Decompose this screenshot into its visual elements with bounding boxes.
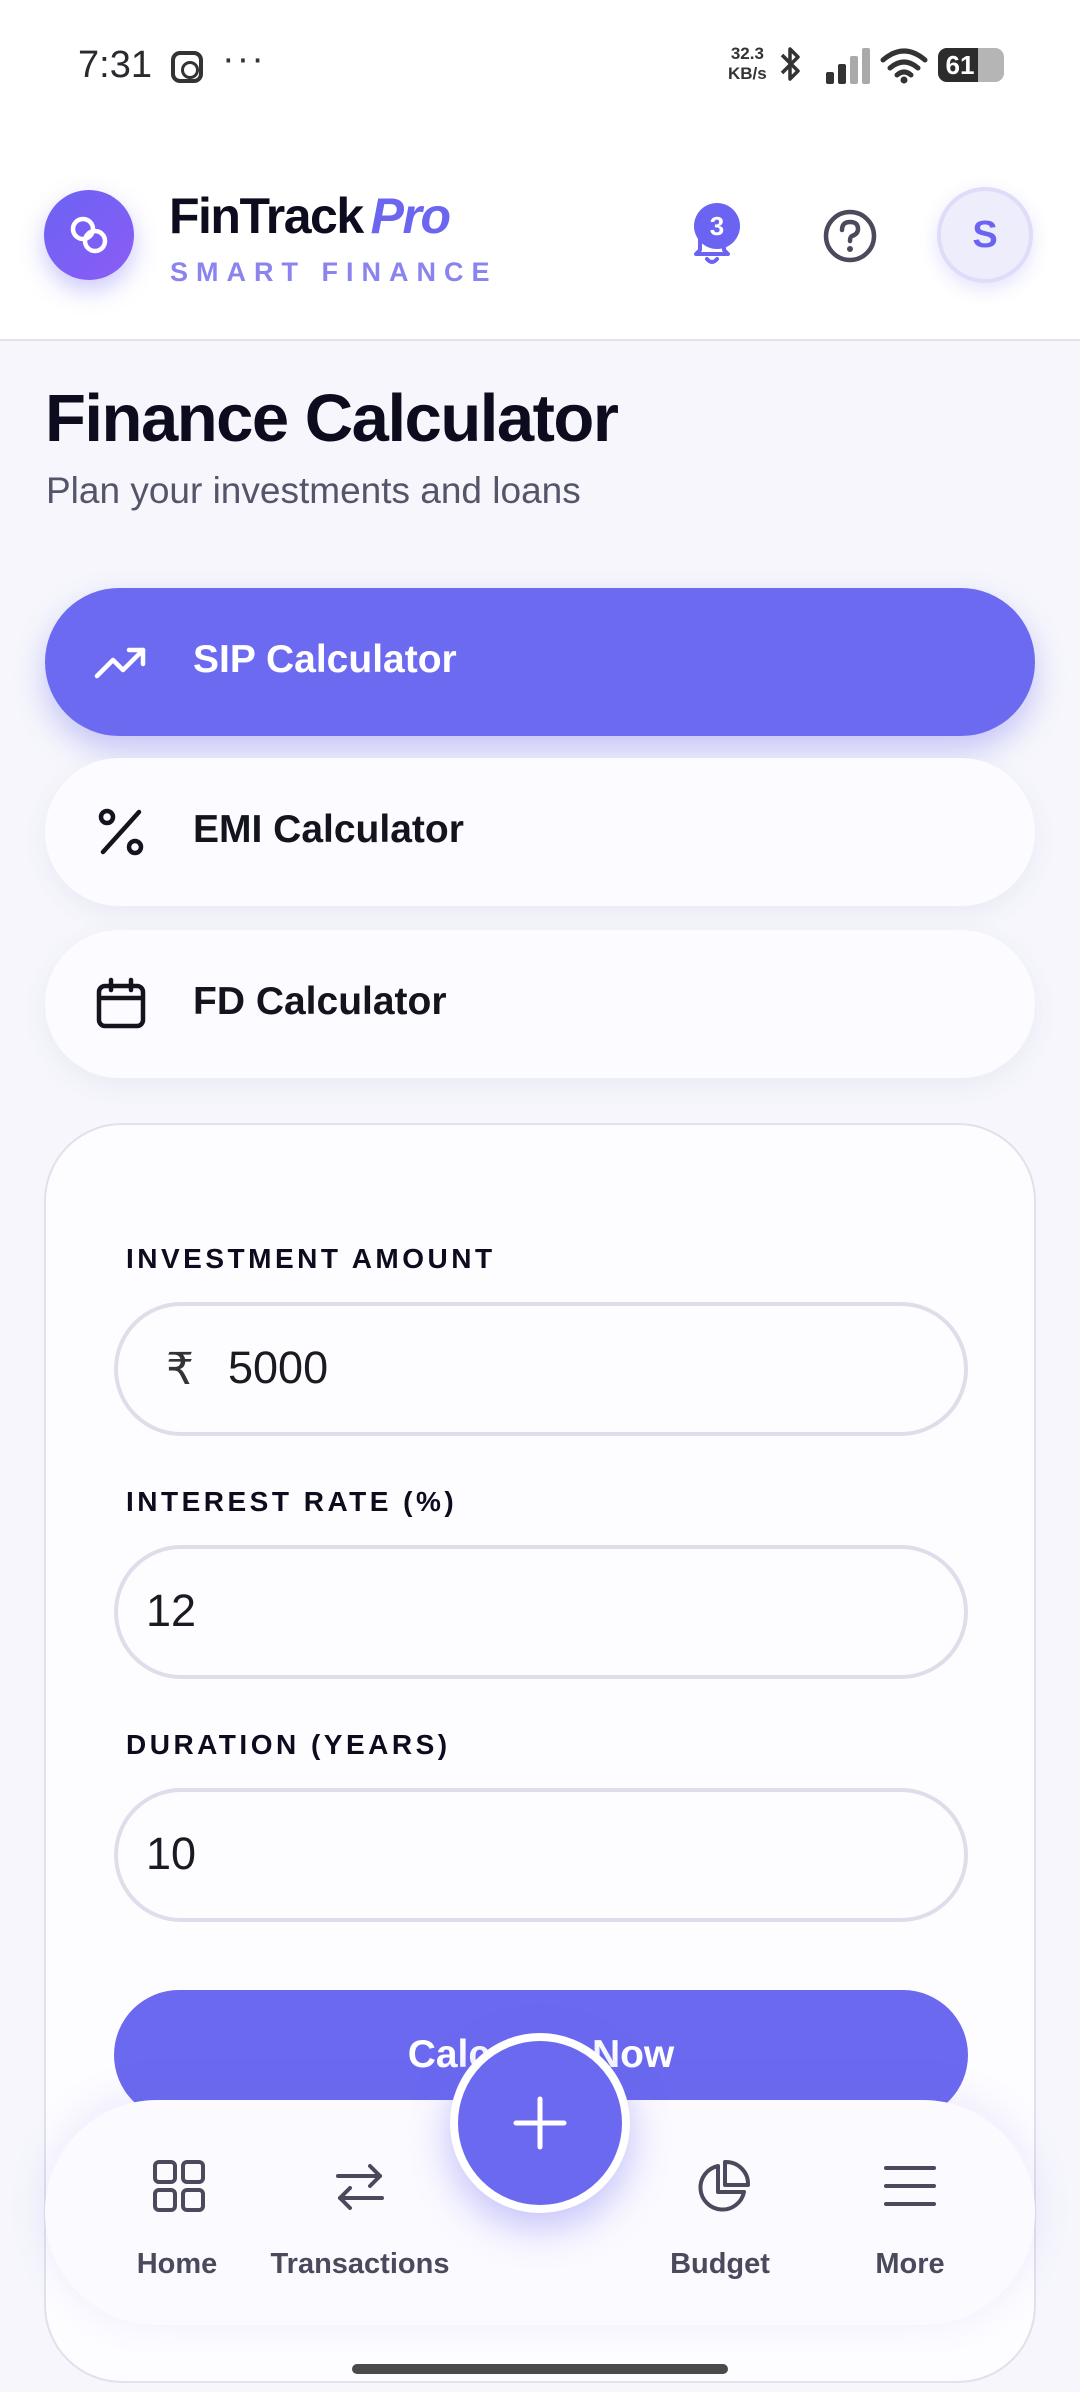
tab-sip-calculator[interactable]: SIP Calculator — [45, 588, 1035, 736]
more-notifications-icon: ··· — [222, 38, 266, 80]
home-indicator[interactable] — [352, 2364, 728, 2374]
page-title: Finance Calculator — [45, 381, 619, 456]
tab-label: SIP Calculator — [193, 638, 457, 681]
trending-up-icon — [94, 647, 146, 679]
pie-chart-icon — [698, 2159, 751, 2212]
plus-icon — [513, 2096, 567, 2150]
nav-transactions[interactable]: Transactions — [260, 2100, 460, 2325]
duration-label: DURATION (YEARS) — [126, 1729, 451, 1760]
percent-icon — [98, 808, 144, 856]
instagram-icon — [171, 51, 203, 83]
tab-label: EMI Calculator — [193, 808, 464, 851]
brand-name: FinTrack Pro — [169, 187, 451, 245]
brand-suffix: Pro — [370, 188, 451, 244]
tab-fd-calculator[interactable]: FD Calculator — [45, 930, 1035, 1078]
nav-budget[interactable]: Budget — [650, 2100, 790, 2325]
calendar-icon — [96, 977, 146, 1029]
logo[interactable] — [44, 190, 134, 280]
wifi-icon — [880, 48, 928, 89]
duration-input[interactable]: 10 — [114, 1788, 968, 1922]
bluetooth-icon — [776, 44, 806, 92]
nav-label: Home — [136, 2248, 218, 2280]
investment-amount-value: 5000 — [228, 1342, 329, 1393]
network-speed-value: 32.3 — [730, 44, 764, 63]
investment-amount-label: INVESTMENT AMOUNT — [126, 1243, 496, 1274]
menu-icon — [884, 2166, 936, 2206]
nav-label: Transactions — [270, 2248, 450, 2280]
avatar[interactable]: S — [937, 187, 1033, 283]
nav-label: Budget — [670, 2248, 770, 2280]
status-time: 7:31 — [78, 44, 152, 86]
nav-label: More — [875, 2248, 945, 2280]
status-bar: 7:31 ··· 32.3 KB/s 61 — [0, 0, 1080, 135]
help-button[interactable] — [822, 208, 878, 269]
interest-rate-value: 12 — [146, 1585, 197, 1636]
help-circle-icon — [823, 209, 877, 263]
add-button[interactable] — [450, 2033, 630, 2213]
swap-icon — [336, 2164, 384, 2210]
app-header: FinTrack Pro SMART FINANCE 3 S — [0, 135, 1080, 341]
tab-emi-calculator[interactable]: EMI Calculator — [45, 758, 1035, 906]
link-icon — [70, 216, 108, 254]
notification-badge: 3 — [694, 203, 740, 249]
brand-name-text: FinTrack — [169, 188, 364, 244]
grid-icon — [153, 2160, 205, 2212]
page-subtitle: Plan your investments and loans — [46, 470, 581, 511]
interest-rate-input[interactable]: 12 — [114, 1545, 968, 1679]
signal-icon — [826, 48, 870, 84]
investment-amount-input[interactable]: ₹ 5000 — [114, 1302, 968, 1436]
network-speed: 32.3 KB/s — [728, 44, 767, 84]
nav-more[interactable]: More — [840, 2100, 980, 2325]
battery-icon: 61 — [938, 48, 1004, 82]
brand-tagline: SMART FINANCE — [170, 257, 498, 287]
tab-label: FD Calculator — [193, 980, 447, 1023]
battery-text: 61 — [945, 50, 975, 80]
interest-rate-label: INTEREST RATE (%) — [126, 1486, 458, 1517]
network-speed-unit: KB/s — [728, 64, 767, 83]
nav-home[interactable]: Home — [107, 2100, 247, 2325]
duration-value: 10 — [146, 1828, 197, 1879]
rupee-icon: ₹ — [166, 1345, 194, 1394]
